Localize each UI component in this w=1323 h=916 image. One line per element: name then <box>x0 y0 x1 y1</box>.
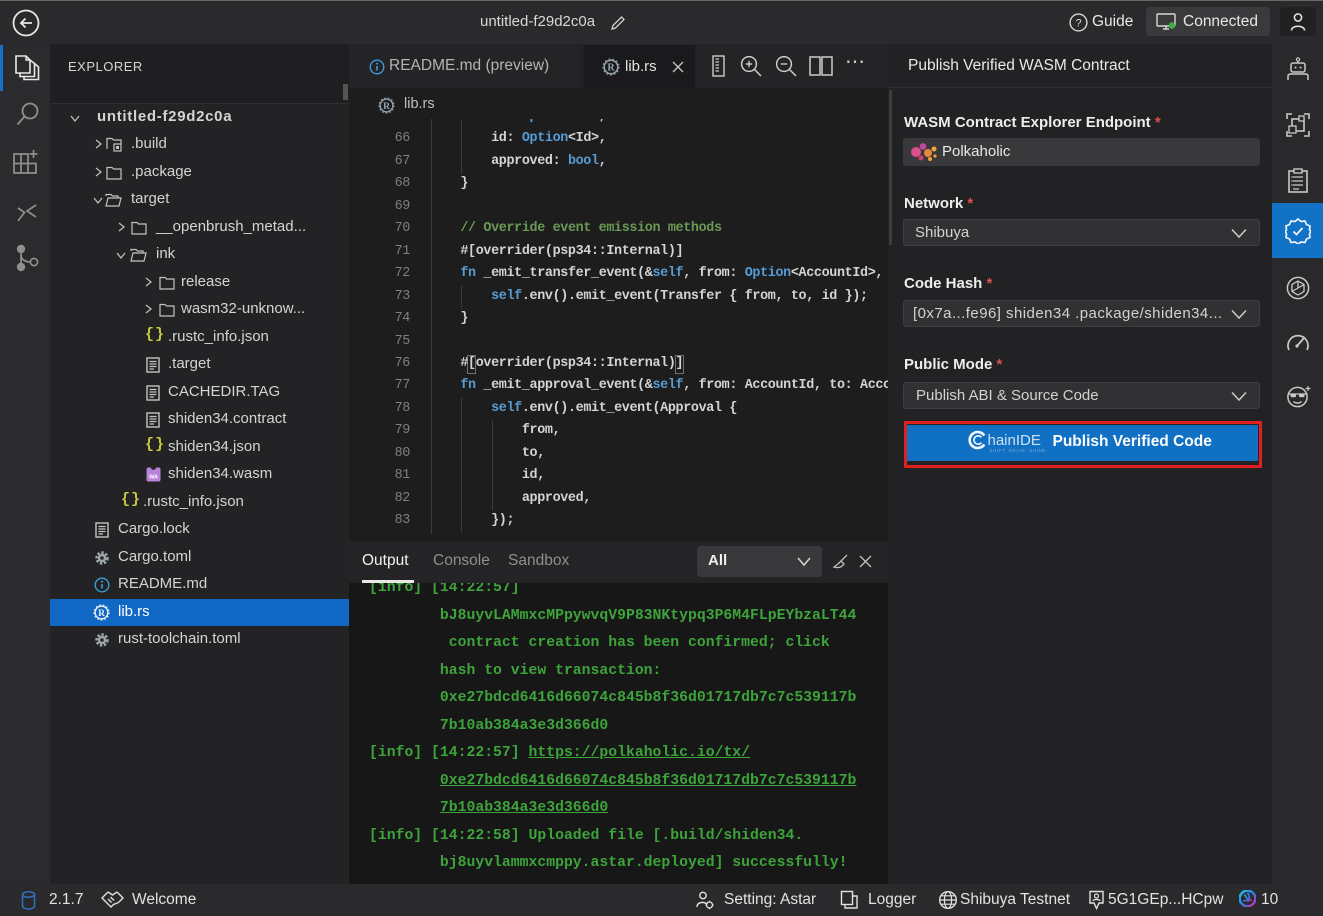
svg-text:?: ? <box>1075 17 1081 29</box>
svg-text:WA: WA <box>149 475 158 481</box>
svg-text:R: R <box>383 102 390 112</box>
svg-text:R: R <box>98 609 105 619</box>
svg-text:R: R <box>607 63 615 74</box>
